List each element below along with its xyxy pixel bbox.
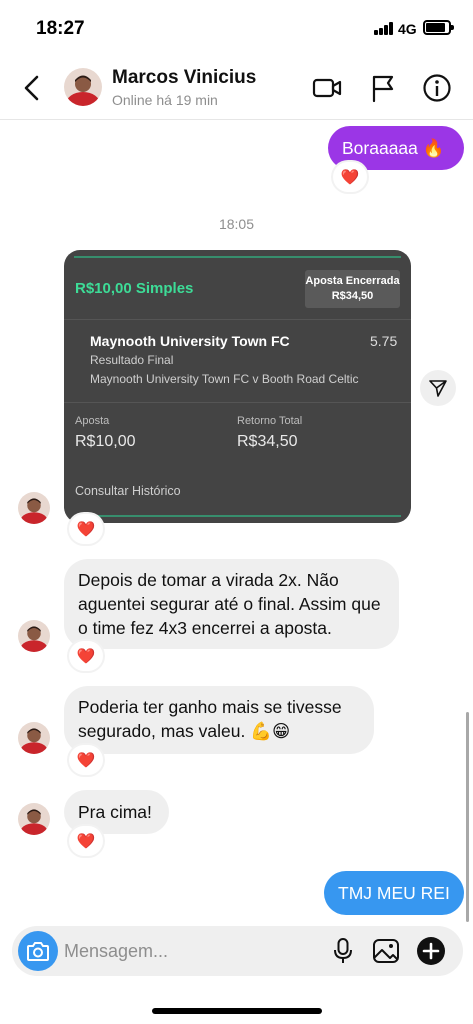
avatar[interactable] (18, 803, 50, 835)
bet-odds: 5.75 (370, 333, 398, 349)
stake-label: Aposta (75, 415, 110, 427)
divider (64, 319, 411, 320)
incoming-message[interactable]: Poderia ter ganho mais se tivesse segura… (64, 686, 374, 754)
share-button[interactable] (420, 370, 456, 406)
status-bar: 18:27 4G (0, 0, 473, 56)
contact-name[interactable]: Marcos Vinicius (112, 67, 256, 89)
bet-event: Maynooth University Town FC v Booth Road… (90, 372, 359, 386)
time-separator: 18:05 (218, 216, 255, 232)
stake-value: R$10,00 (75, 433, 136, 450)
bet-type: R$10,00 Simples (75, 280, 194, 297)
incoming-message[interactable]: Depois de tomar a virada 2x. Não aguente… (64, 559, 399, 649)
divider (64, 402, 411, 403)
status-time: 18:27 (36, 18, 85, 39)
gallery-button[interactable] (370, 935, 402, 967)
plus-icon (417, 937, 445, 965)
return-value: R$34,50 (237, 433, 298, 450)
card-accent-line (74, 256, 401, 258)
back-icon[interactable] (18, 72, 46, 104)
avatar[interactable] (18, 722, 50, 754)
outgoing-message[interactable]: TMJ MEU REI (324, 871, 464, 915)
microphone-icon (334, 938, 352, 963)
contact-status: Online há 19 min (112, 92, 218, 108)
heart-reaction[interactable]: ❤️ (69, 826, 103, 856)
scrollbar[interactable] (466, 712, 469, 922)
heart-icon: ❤️ (76, 521, 96, 538)
avatar[interactable] (18, 620, 50, 652)
heart-reaction[interactable]: ❤️ (69, 514, 103, 544)
send-icon (429, 380, 447, 397)
home-indicator (152, 1008, 322, 1014)
heart-icon: ❤️ (76, 648, 96, 665)
return-label: Retorno Total (237, 415, 303, 427)
battery-icon (423, 20, 454, 35)
card-accent-line (74, 515, 401, 517)
info-icon[interactable] (421, 72, 453, 104)
heart-icon: ❤️ (76, 752, 96, 769)
status-badge: Aposta Encerrada R$34,50 (305, 270, 400, 308)
heart-reaction[interactable]: ❤️ (69, 745, 103, 775)
avatar[interactable] (18, 492, 50, 524)
image-icon (373, 939, 399, 963)
message-composer (12, 926, 463, 976)
heart-icon: ❤️ (76, 833, 96, 850)
heart-reaction[interactable]: ❤️ (69, 641, 103, 671)
flag-icon[interactable] (367, 72, 399, 104)
heart-reaction[interactable]: ❤️ (333, 162, 367, 192)
video-call-icon[interactable] (311, 72, 343, 104)
add-button[interactable] (415, 935, 447, 967)
signal-icon (374, 22, 394, 35)
shared-bet-card[interactable]: R$10,00 Simples Aposta Encerrada R$34,50… (64, 250, 411, 523)
badge-value: R$34,50 (331, 290, 374, 302)
avatar[interactable] (64, 68, 102, 106)
bet-market: Resultado Final (90, 353, 174, 367)
chat-header: Marcos Vinicius Online há 19 min (0, 56, 473, 120)
badge-title: Aposta Encerrada (305, 275, 400, 287)
network-label: 4G (398, 21, 417, 37)
history-link[interactable]: Consultar Histórico (75, 484, 181, 498)
message-input[interactable] (64, 931, 320, 971)
camera-button[interactable] (18, 931, 58, 971)
heart-icon: ❤️ (340, 169, 360, 186)
camera-icon (27, 942, 49, 961)
bet-selection: Maynooth University Town FC (90, 333, 290, 349)
microphone-button[interactable] (327, 935, 359, 967)
